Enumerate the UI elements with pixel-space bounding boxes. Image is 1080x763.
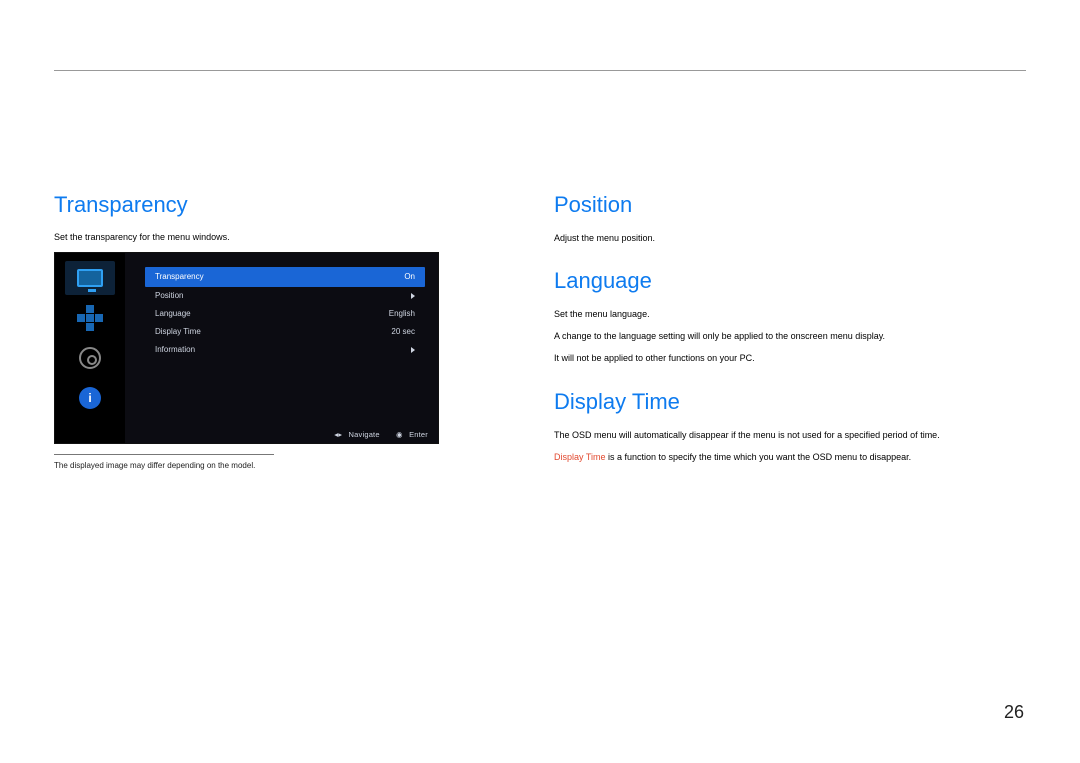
desc-display-time-2: Display Time is a function to specify th… bbox=[554, 451, 1026, 463]
osd-row-value: 20 sec bbox=[391, 327, 415, 336]
osd-row-label: Language bbox=[155, 309, 191, 318]
column-left: Transparency Set the transparency for th… bbox=[54, 192, 484, 494]
desc-display-time-1: The OSD menu will automatically disappea… bbox=[554, 429, 1026, 441]
section-display-time: Display Time The OSD menu will automatic… bbox=[554, 389, 1026, 463]
heading-position: Position bbox=[554, 192, 1026, 218]
gear-icon bbox=[79, 347, 101, 369]
chevron-right-icon bbox=[411, 293, 415, 299]
osd-row-value: English bbox=[389, 309, 415, 318]
desc-language-note1: A change to the language setting will on… bbox=[554, 330, 1026, 342]
desc-position: Adjust the menu position. bbox=[554, 232, 1026, 244]
osd-row-label: Information bbox=[155, 345, 195, 354]
section-position: Position Adjust the menu position. bbox=[554, 192, 1026, 244]
osd-row-label: Display Time bbox=[155, 327, 201, 336]
heading-display-time: Display Time bbox=[554, 389, 1026, 415]
page-number: 26 bbox=[1004, 702, 1024, 723]
footnote-divider bbox=[54, 454, 274, 455]
osd-menu-panel: Transparency On Position Language Englis… bbox=[145, 267, 425, 359]
osd-screenshot: i Transparency On Position Language bbox=[54, 252, 439, 444]
dpad-icon bbox=[77, 305, 103, 331]
header-divider bbox=[54, 70, 1026, 71]
desc-language-note2: It will not be applied to other function… bbox=[554, 352, 1026, 364]
osd-footer-nav: Navigate bbox=[349, 430, 380, 439]
osd-sidebar: i bbox=[55, 253, 125, 443]
section-language: Language Set the menu language. A change… bbox=[554, 268, 1026, 364]
osd-row-display-time: Display Time 20 sec bbox=[145, 323, 425, 341]
enter-glyph-icon: ◉ bbox=[396, 430, 403, 439]
osd-row-position: Position bbox=[145, 287, 425, 305]
display-time-suffix: is a function to specify the time which … bbox=[606, 452, 912, 462]
osd-sidebar-system bbox=[65, 341, 115, 375]
osd-row-label: Position bbox=[155, 291, 183, 300]
display-time-highlight: Display Time bbox=[554, 452, 606, 462]
info-icon: i bbox=[79, 387, 101, 409]
osd-footer-enter: Enter bbox=[409, 430, 428, 439]
footnote-text: The displayed image may differ depending… bbox=[54, 461, 484, 470]
section-transparency: Transparency Set the transparency for th… bbox=[54, 192, 484, 470]
osd-row-language: Language English bbox=[145, 305, 425, 323]
chevron-right-icon bbox=[411, 347, 415, 353]
heading-language: Language bbox=[554, 268, 1026, 294]
monitor-icon bbox=[77, 269, 103, 287]
document-page: Transparency Set the transparency for th… bbox=[0, 0, 1080, 763]
nav-glyph-icon: ◂▸ bbox=[334, 430, 342, 439]
column-right: Position Adjust the menu position. Langu… bbox=[554, 192, 1026, 487]
osd-footer: ◂▸ Navigate ◉ Enter bbox=[320, 430, 428, 439]
osd-row-label: Transparency bbox=[155, 272, 204, 281]
desc-language-1: Set the menu language. bbox=[554, 308, 1026, 320]
heading-transparency: Transparency bbox=[54, 192, 484, 218]
osd-row-transparency: Transparency On bbox=[145, 267, 425, 287]
osd-sidebar-info: i bbox=[65, 381, 115, 415]
osd-row-value: On bbox=[404, 272, 415, 281]
desc-transparency: Set the transparency for the menu window… bbox=[54, 232, 484, 244]
osd-row-information: Information bbox=[145, 341, 425, 359]
osd-sidebar-onscreen bbox=[65, 301, 115, 335]
osd-sidebar-picture bbox=[65, 261, 115, 295]
